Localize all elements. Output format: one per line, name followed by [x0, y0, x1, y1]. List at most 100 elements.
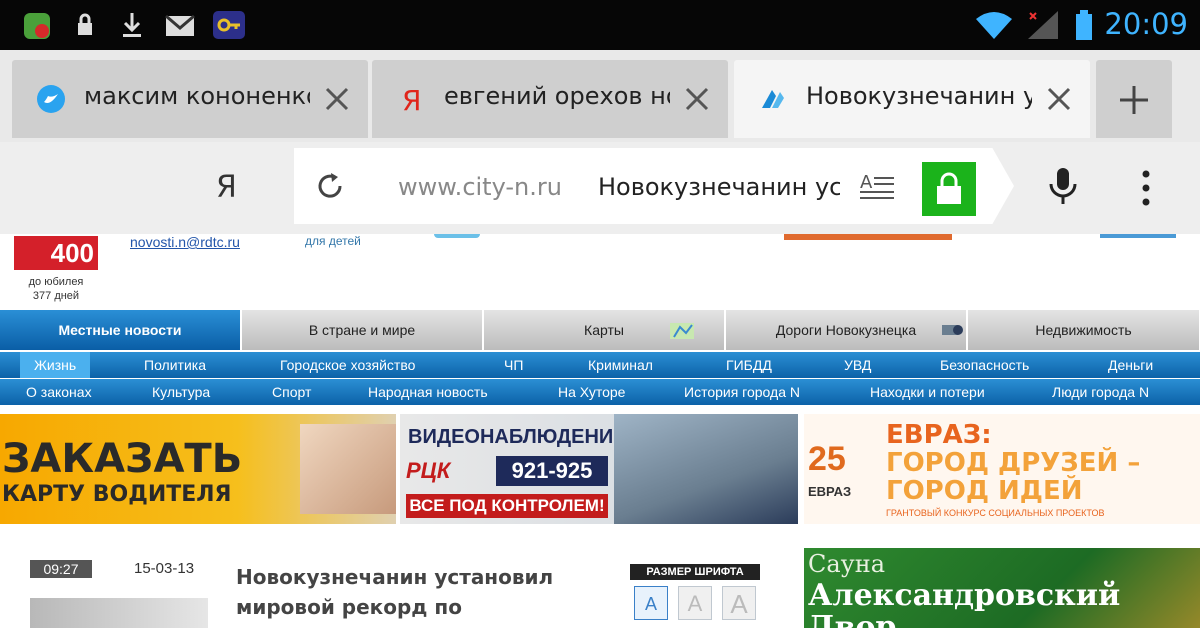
article-headline[interactable]: Новокузнечанин установил мировой рекорд …: [236, 562, 596, 622]
contact-email-link[interactable]: novosti.n@rdtc.ru: [130, 234, 240, 250]
jubilee-days: 377 дней: [32, 290, 80, 302]
article-date: 15-03-13: [134, 560, 195, 577]
key-icon: [213, 11, 245, 39]
tab-twitter[interactable]: максим кононенко: [12, 60, 368, 138]
sub-nav-row-1: Жизнь Политика Городское хозяйство ЧП Кр…: [0, 352, 1200, 378]
wifi-icon: [976, 12, 1012, 39]
nav-realty[interactable]: Недвижимость: [968, 310, 1200, 350]
banner-line-2: ГОРОД ИДЕЙ: [886, 476, 1083, 506]
subnav-item[interactable]: Спорт: [272, 379, 311, 405]
hand-with-card-image: [300, 424, 396, 514]
jubilee-label: до юбилея: [28, 276, 84, 288]
font-size-switcher: РАЗМЕР ШРИФТА A A A: [630, 564, 760, 624]
tab-title: евгений орехов новокузнецк: [444, 82, 670, 110]
tab-title: максим кононенко: [84, 82, 310, 110]
subnav-item[interactable]: Криминал: [588, 352, 653, 378]
evraz-anniversary-number: 25: [808, 440, 846, 478]
web-page: 400 до юбилея 377 дней novosti.n@rdtc.ru…: [0, 234, 1200, 628]
subnav-item[interactable]: Безопасность: [940, 352, 1029, 378]
article-time: 09:27: [30, 560, 92, 578]
clock: 20:09: [1104, 7, 1188, 41]
subnav-item[interactable]: Народная новость: [368, 379, 488, 405]
banner-phone: 921-925: [496, 456, 608, 486]
reload-icon[interactable]: [314, 170, 346, 202]
banner-headline: ВИДЕОНАБЛЮДЕНИЕ: [408, 426, 627, 448]
banner-line-2: Александровский: [808, 578, 1121, 613]
site-logo[interactable]: 400: [14, 236, 98, 270]
driver-card-banner[interactable]: ЗАКАЗАТЬ КАРТУ ВОДИТЕЛЯ: [0, 414, 396, 524]
camera-icon: [942, 325, 963, 335]
tab-title: Новокузнечанин установил: [806, 82, 1032, 110]
tab-strip: максим кононенко Я евгений орехов новоку…: [0, 50, 1200, 142]
banner-subtext: ГРАНТОВЫЙ КОНКУРС СОЦИАЛЬНЫХ ПРОЕКТОВ: [886, 508, 1105, 518]
security-lock-button[interactable]: [922, 162, 976, 216]
banner-headline: ЗАКАЗАТЬ: [2, 436, 243, 482]
ad-banners: ЗАКАЗАТЬ КАРТУ ВОДИТЕЛЯ ВИДЕОНАБЛЮДЕНИЕ …: [0, 414, 1200, 524]
lock-icon: [78, 13, 92, 35]
tab-city-n[interactable]: Новокузнечанин установил: [734, 60, 1090, 138]
plus-icon: [1120, 86, 1148, 114]
subnav-item[interactable]: На Хуторе: [558, 379, 625, 405]
close-icon[interactable]: [684, 86, 710, 112]
nav-world-news[interactable]: В стране и мире: [242, 310, 483, 350]
subnav-item[interactable]: История города N: [684, 379, 800, 405]
nav-local-news[interactable]: Местные новости: [0, 310, 241, 350]
subnav-item[interactable]: ГИБДД: [726, 352, 772, 378]
subnav-item[interactable]: Жизнь: [20, 352, 91, 378]
banner-tagline: ВСЕ ПОД КОНТРОЛЕМ!: [406, 494, 608, 518]
font-size-large-button[interactable]: A: [722, 586, 756, 620]
sub-nav-row-2: О законах Культура Спорт Народная новост…: [0, 379, 1200, 405]
subnav-item[interactable]: Люди города N: [1052, 379, 1149, 405]
font-size-medium-button[interactable]: A: [678, 586, 712, 620]
signal-icon: [1028, 11, 1058, 39]
banner-line-3: Двор: [808, 610, 897, 628]
tab-yandex[interactable]: Я евгений орехов новокузнецк: [372, 60, 728, 138]
address-bar[interactable]: www.city-n.ru Новокузнечанин установил A: [294, 148, 1014, 224]
technician-photo: [614, 414, 798, 524]
microphone-icon[interactable]: [1046, 166, 1080, 206]
banner-edge: [784, 234, 952, 240]
subnav-item[interactable]: Городское хозяйство: [280, 352, 415, 378]
rck-logo: РЦК: [406, 458, 451, 483]
close-icon[interactable]: [1046, 86, 1072, 112]
status-bar: 20:09: [0, 0, 1200, 50]
browser-toolbar: Я www.city-n.ru Новокузнечанин установил…: [0, 142, 1200, 234]
banner-edge: [434, 234, 480, 238]
download-icon: [123, 13, 141, 37]
battery-icon: [1076, 10, 1092, 40]
banner-subline: КАРТУ ВОДИТЕЛЯ: [2, 482, 232, 507]
map-icon: [670, 323, 694, 339]
kids-link[interactable]: для детей: [305, 234, 361, 248]
city-n-icon: [762, 90, 784, 108]
nav-roads[interactable]: Дороги Новокузнецка: [726, 310, 967, 350]
banner-edge: [1100, 234, 1176, 238]
gmail-icon: [165, 14, 195, 36]
app-notification-icon: [24, 13, 50, 39]
sauna-banner[interactable]: Сауна Александровский Двор: [804, 548, 1200, 628]
cctv-banner[interactable]: ВИДЕОНАБЛЮДЕНИЕ РЦК 921-925 ВСЕ ПОД КОНТ…: [400, 414, 798, 524]
subnav-item[interactable]: О законах: [26, 379, 92, 405]
subnav-item[interactable]: Деньги: [1108, 352, 1153, 378]
url-domain: www.city-n.ru: [398, 173, 562, 201]
menu-icon[interactable]: [1134, 168, 1158, 208]
subnav-item[interactable]: Находки и потери: [870, 379, 985, 405]
subnav-item[interactable]: Политика: [144, 352, 206, 378]
subnav-item[interactable]: Культура: [152, 379, 210, 405]
banner-line-1: ГОРОД ДРУЗЕЙ –: [886, 448, 1141, 478]
evraz-logo-text: ЕВРАЗ: [808, 484, 852, 499]
twitter-icon: [37, 85, 65, 113]
close-icon[interactable]: [324, 86, 350, 112]
banner-headline: ЕВРАЗ:: [886, 420, 992, 450]
reader-mode-icon[interactable]: A: [860, 172, 896, 202]
article-thumbnail[interactable]: [30, 598, 208, 628]
url-page-title: Новокузнечанин установил: [598, 173, 840, 201]
font-size-label: РАЗМЕР ШРИФТА: [630, 564, 760, 580]
subnav-item[interactable]: УВД: [844, 352, 871, 378]
subnav-item[interactable]: ЧП: [504, 352, 523, 378]
new-tab-button[interactable]: [1096, 60, 1172, 138]
main-nav: Местные новости В стране и мире Карты До…: [0, 310, 1200, 350]
evraz-banner[interactable]: 25 ЕВРАЗ ЕВРАЗ: ГОРОД ДРУЗЕЙ – ГОРОД ИДЕ…: [804, 414, 1200, 524]
yandex-button[interactable]: Я: [216, 170, 237, 205]
yandex-icon: Я: [402, 84, 421, 114]
font-size-small-button[interactable]: A: [634, 586, 668, 620]
